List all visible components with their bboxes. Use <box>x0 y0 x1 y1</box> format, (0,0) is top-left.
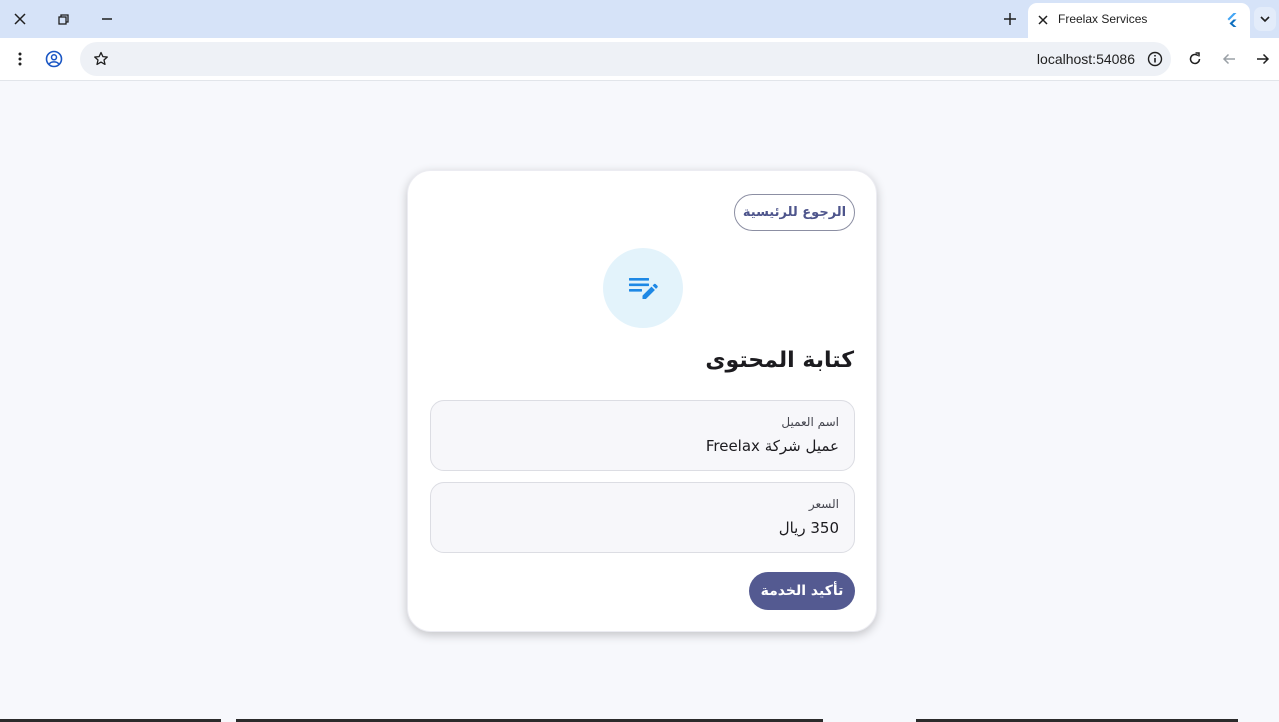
back-button[interactable] <box>1217 47 1241 71</box>
price-value[interactable]: 350 ريال <box>779 519 839 537</box>
tab-close-icon <box>1038 15 1048 25</box>
restore-icon <box>58 14 69 25</box>
bookmark-button[interactable] <box>89 47 113 71</box>
restore-window-button[interactable] <box>50 7 76 31</box>
client-name-label: اسم العميل <box>781 415 839 429</box>
service-icon-circle <box>603 248 683 328</box>
new-tab-icon <box>1004 13 1016 25</box>
back-icon <box>1222 53 1235 65</box>
info-icon <box>1147 51 1163 67</box>
tab-search-button[interactable] <box>1254 7 1276 31</box>
tab-strip: Freelax Services <box>0 0 1279 38</box>
tab-title: Freelax Services <box>1058 12 1148 26</box>
profile-button[interactable] <box>42 47 66 71</box>
address-bar[interactable]: localhost:54086 <box>80 42 1171 76</box>
forward-icon <box>1257 53 1270 65</box>
service-title: كتابة المحتوى <box>705 348 854 373</box>
tab-close-button[interactable] <box>1034 11 1052 29</box>
browser-toolbar: localhost:54086 <box>0 38 1279 81</box>
back-to-home-button[interactable]: الرجوع للرئيسية <box>734 194 855 231</box>
active-tab[interactable]: Freelax Services <box>1028 3 1250 38</box>
close-icon <box>14 13 26 25</box>
close-window-button[interactable] <box>7 7 33 31</box>
confirm-service-button[interactable]: تأكيد الخدمة <box>749 572 855 610</box>
reload-icon <box>1189 52 1201 65</box>
bottom-edge-strip <box>0 718 1279 722</box>
new-tab-button[interactable] <box>998 7 1022 31</box>
edit-note-icon <box>629 278 658 299</box>
price-label: السعر <box>808 497 839 511</box>
price-field[interactable]: السعر 350 ريال <box>430 482 855 553</box>
profile-icon <box>45 50 63 68</box>
minimize-window-button[interactable] <box>94 7 120 31</box>
forward-button[interactable] <box>1251 47 1275 71</box>
browser-menu-button[interactable] <box>8 47 32 71</box>
service-card: الرجوع للرئيسية كتابة المحتوى اسم العميل… <box>407 170 877 632</box>
reload-button[interactable] <box>1183 47 1207 71</box>
client-name-field[interactable]: اسم العميل عميل شركة Freelax <box>430 400 855 471</box>
tab-search-icon <box>1260 16 1270 23</box>
flutter-icon <box>1227 13 1237 27</box>
star-icon <box>94 51 108 66</box>
minimize-icon <box>102 18 112 20</box>
client-name-value[interactable]: عميل شركة Freelax <box>706 437 839 455</box>
site-info-button[interactable] <box>1145 49 1165 69</box>
url-text[interactable]: localhost:54086 <box>1037 51 1135 67</box>
menu-icon <box>18 52 22 66</box>
